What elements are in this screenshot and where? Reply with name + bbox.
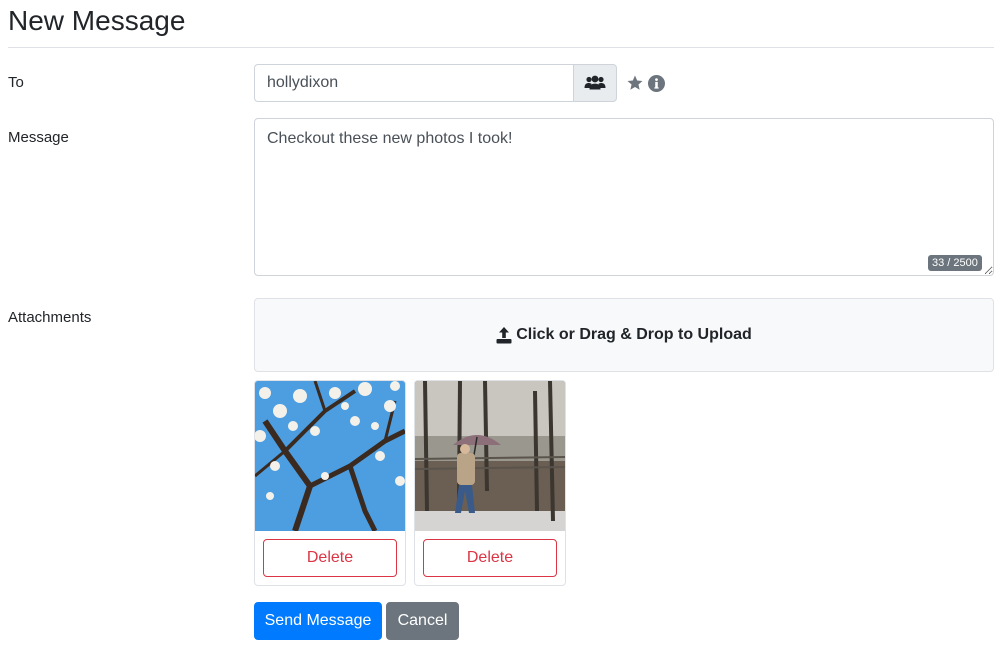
message-textarea[interactable]: Checkout these new photos I took! [254, 118, 994, 276]
upload-dropzone[interactable]: Click or Drag & Drop to Upload [254, 298, 994, 372]
attachment-thumbnail[interactable] [255, 381, 405, 531]
star-icon [627, 75, 643, 90]
recipient-input[interactable] [254, 64, 573, 102]
delete-attachment-button[interactable]: Delete [423, 539, 557, 577]
users-icon [584, 75, 606, 90]
attachment-card: Delete [414, 380, 566, 586]
send-message-button[interactable]: Send Message [254, 602, 382, 640]
delete-attachment-button[interactable]: Delete [263, 539, 397, 577]
contacts-button[interactable] [573, 64, 617, 102]
favorite-button[interactable] [626, 74, 644, 92]
info-button[interactable] [648, 74, 665, 92]
message-label: Message [8, 129, 69, 146]
page-title: New Message [8, 5, 186, 36]
title-divider [8, 47, 994, 48]
to-field-group [254, 64, 665, 102]
character-counter: 33 / 2500 [928, 255, 982, 271]
upload-icon [496, 326, 512, 343]
cancel-button[interactable]: Cancel [386, 602, 459, 640]
attachment-card: Delete [254, 380, 406, 586]
attachment-thumbnail[interactable] [415, 381, 565, 531]
attachments-label: Attachments [8, 309, 92, 326]
upload-label: Click or Drag & Drop to Upload [516, 326, 752, 343]
to-label: To [8, 74, 24, 91]
info-icon [648, 74, 665, 92]
